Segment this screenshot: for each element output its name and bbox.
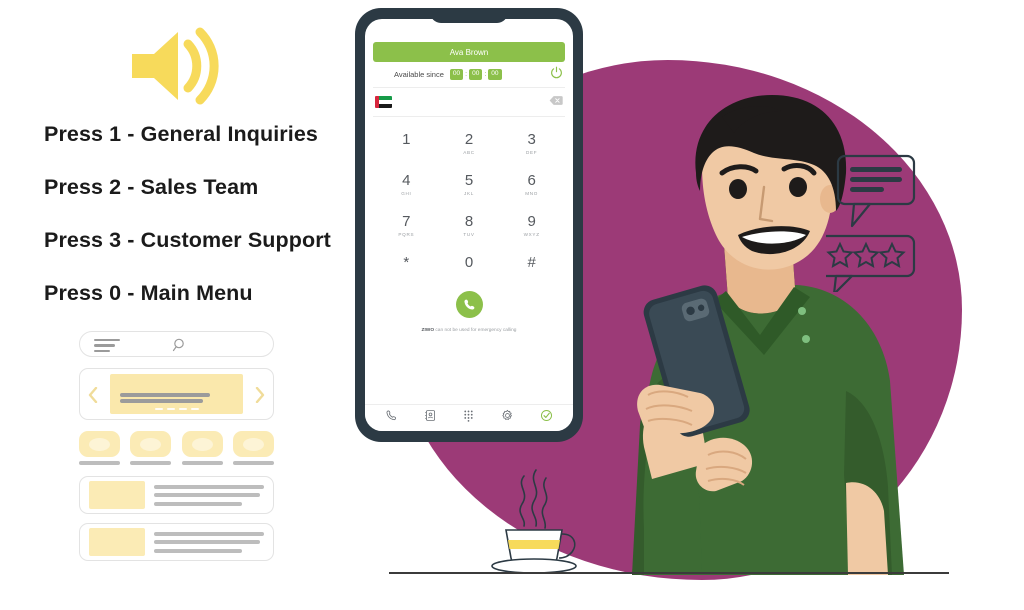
carousel-dots xyxy=(154,407,199,410)
dialpad-key[interactable]: 1 xyxy=(375,125,438,166)
chat-bubble-lines-icon xyxy=(836,154,916,228)
contact-name-header: Ava Brown xyxy=(373,42,565,62)
wireframe-search-bar xyxy=(79,331,274,357)
dialpad-key[interactable]: 7 PQRS xyxy=(375,207,438,248)
ivr-menu-item: Press 3 - Customer Support xyxy=(44,228,331,252)
rating-bubble-stars-icon xyxy=(816,234,916,296)
dialpad-digit: 1 xyxy=(402,131,411,148)
availability-timer: 00 : 00 : 00 xyxy=(449,68,502,81)
availability-bar: Available since 00 : 00 : 00 xyxy=(373,62,565,88)
ivr-menu-item: Press 0 - Main Menu xyxy=(44,281,253,305)
phone-icon[interactable] xyxy=(385,409,398,427)
uae-flag-icon xyxy=(375,96,392,108)
list-item-thumbnail xyxy=(89,481,145,509)
call-button[interactable] xyxy=(455,291,483,318)
dialpad-digit: 6 xyxy=(527,172,536,189)
list-item-text-lines xyxy=(154,484,264,506)
dialpad-key[interactable]: 2 ABC xyxy=(438,125,501,166)
dialpad[interactable]: 1 2 ABC 3 DEF 4 GHI 5 JKL 6 MNO 7 PQRS 8 TUV 9 W… xyxy=(375,125,563,289)
dialpad-key[interactable]: # xyxy=(500,248,563,289)
disclaimer-text: can not be used for emergency calling xyxy=(434,328,517,333)
search-icon xyxy=(172,337,188,358)
dialpad-letters: TUV xyxy=(463,232,475,237)
wireframe-carousel xyxy=(79,368,274,420)
dialpad-digit: 5 xyxy=(464,172,474,189)
dialpad-letters: JKL xyxy=(463,191,474,196)
category-item xyxy=(79,431,120,465)
timer-separator: : xyxy=(465,71,468,78)
dialpad-key[interactable]: 0 xyxy=(438,248,501,289)
category-item xyxy=(232,431,274,465)
hamburger-menu-icon xyxy=(94,339,120,352)
dialpad-digit: * xyxy=(403,254,410,271)
timer-hours: 00 xyxy=(449,68,464,81)
coffee-cup-icon xyxy=(484,468,584,577)
dialpad-key[interactable]: 5 JKL xyxy=(438,166,501,207)
ivr-menu-item: Press 2 - Sales Team xyxy=(44,175,259,199)
chevron-right-icon xyxy=(255,386,265,408)
dialpad-letters: MNO xyxy=(525,191,539,196)
availability-label: Available since xyxy=(394,70,444,79)
ivr-menu-item: Press 1 - General Inquiries xyxy=(44,122,318,146)
ziwo-softphone-mockup: Ava Brown Available since 00 : 00 : 00 1… xyxy=(355,8,583,442)
dialpad-digit: 0 xyxy=(464,254,474,271)
phone-screen: Ava Brown Available since 00 : 00 : 00 1… xyxy=(365,19,573,431)
list-item-text-lines xyxy=(154,531,264,553)
category-item xyxy=(181,431,223,465)
dialpad-digit: 3 xyxy=(527,131,536,148)
dialpad-letters: DEF xyxy=(526,150,538,155)
dialpad-digit: 4 xyxy=(402,172,411,189)
dialpad-key[interactable]: 4 GHI xyxy=(375,166,438,207)
table-surface-line xyxy=(389,572,949,574)
phone-notch xyxy=(430,8,508,23)
dialpad-key[interactable]: 6 MNO xyxy=(500,166,563,207)
number-input-row[interactable] xyxy=(373,88,565,117)
feedback-bubbles xyxy=(816,152,926,297)
app-wireframe-mockup xyxy=(79,331,274,570)
dialpad-icon[interactable] xyxy=(462,409,475,427)
speaker-announcement-icon xyxy=(126,24,230,108)
check-circle-icon[interactable] xyxy=(540,409,553,427)
timer-separator: : xyxy=(484,71,487,78)
dialpad-digit: # xyxy=(527,254,536,271)
dialpad-letters: PQRS xyxy=(398,232,415,237)
dialpad-digit: 9 xyxy=(527,213,536,230)
dialpad-digit: 2 xyxy=(464,131,474,148)
timer-minutes: 00 xyxy=(469,68,483,81)
power-icon[interactable] xyxy=(550,66,563,84)
phone-bottom-nav[interactable] xyxy=(365,404,573,431)
list-item-thumbnail xyxy=(89,528,145,556)
chevron-left-icon xyxy=(88,386,98,408)
dialpad-letters: GHI xyxy=(401,191,412,196)
dialpad-key[interactable]: * xyxy=(375,248,438,289)
contacts-icon[interactable] xyxy=(424,409,437,427)
dialpad-key[interactable]: 9 WXYZ xyxy=(500,207,563,248)
dialpad-digit: 7 xyxy=(402,213,411,230)
backspace-icon[interactable] xyxy=(549,93,563,111)
brand-name: ZIWO xyxy=(421,328,435,333)
dialpad-key[interactable]: 8 TUV xyxy=(438,207,501,248)
dialpad-key[interactable]: 3 DEF xyxy=(500,125,563,166)
settings-gear-icon[interactable] xyxy=(501,409,514,427)
wireframe-category-row xyxy=(79,431,274,465)
timer-seconds: 00 xyxy=(488,68,502,81)
carousel-slide xyxy=(110,374,243,414)
ivr-menu-list: Press 1 - General Inquiries Press 2 - Sa… xyxy=(44,122,374,306)
list-item xyxy=(79,476,274,514)
list-item xyxy=(79,523,274,561)
dialpad-letters: WXYZ xyxy=(523,232,540,237)
illustration-canvas: Press 1 - General Inquiries Press 2 - Sa… xyxy=(0,0,1024,610)
emergency-disclaimer: ZIWO can not be used for emergency calli… xyxy=(365,328,573,333)
dialpad-digit: 8 xyxy=(464,213,474,230)
category-item xyxy=(130,431,172,465)
dialpad-letters: ABC xyxy=(463,150,475,155)
